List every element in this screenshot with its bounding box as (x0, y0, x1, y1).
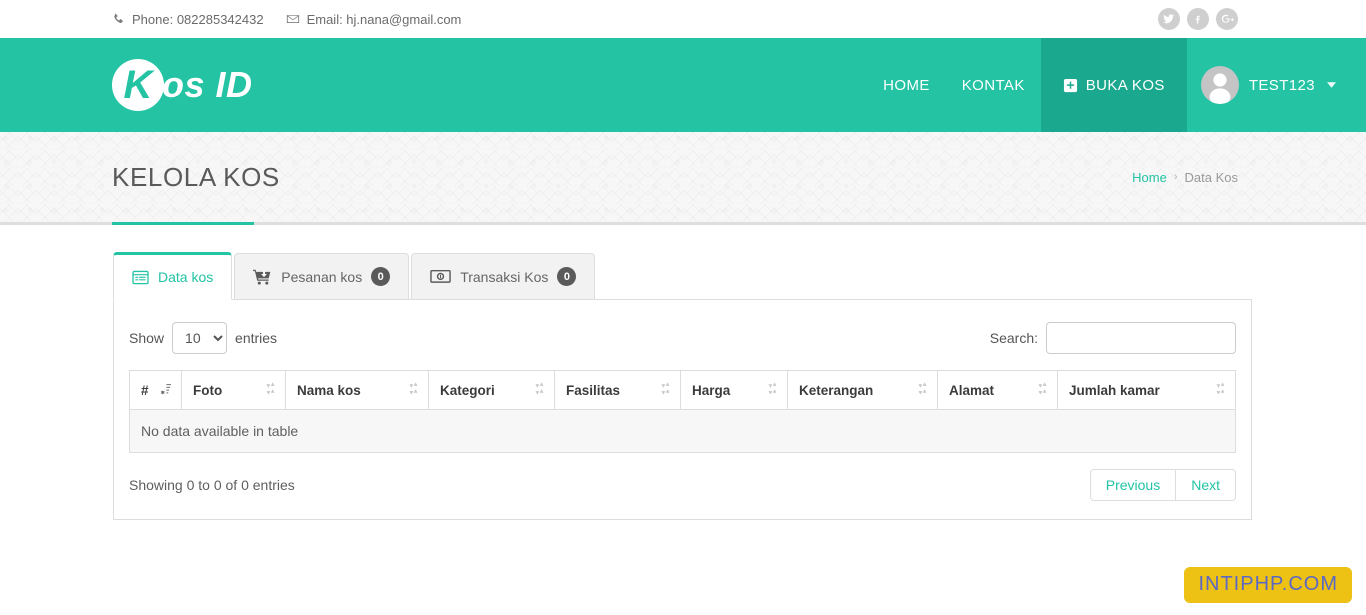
search-input[interactable] (1046, 322, 1236, 354)
column-header-nama-kos[interactable]: Nama kos (285, 370, 429, 410)
sort-both-icon (535, 382, 544, 398)
entries-label: entries (235, 330, 278, 346)
google-plus-icon[interactable] (1216, 8, 1238, 30)
site-header: K os ID HOME KONTAK BUKA KOS TEST123 (0, 38, 1366, 132)
table-footer: Showing 0 to 0 of 0 entries Previous Nex… (129, 467, 1236, 503)
list-alt-icon (132, 270, 149, 285)
social-links (1158, 8, 1238, 30)
money-icon (430, 269, 451, 284)
top-contact-group: Phone: 082285342432 Email: hj.nana@gmail… (112, 12, 461, 27)
breadcrumb: Home › Data Kos (1132, 170, 1238, 185)
site-logo[interactable]: K os ID (112, 59, 253, 111)
main-navigation: HOME KONTAK BUKA KOS TEST123 (867, 38, 1366, 132)
top-info-bar: Phone: 082285342432 Email: hj.nana@gmail… (0, 0, 1366, 38)
pagination-next[interactable]: Next (1176, 469, 1236, 501)
email-text: Email: hj.nana@gmail.com (306, 11, 462, 27)
cart-arrow-down-icon (253, 269, 272, 285)
tab-transaksi-kos[interactable]: Transaksi Kos 0 (411, 253, 596, 299)
pagination: Previous Next (1089, 469, 1236, 501)
column-header-kategori[interactable]: Kategori (428, 370, 555, 410)
data-table: # Foto Nama kos Kategori Fasilitas Harga… (129, 370, 1236, 453)
chevron-down-icon (1327, 79, 1336, 91)
page-title-band: KELOLA KOS Home › Data Kos (0, 132, 1366, 225)
phone-text: Phone: 082285342432 (132, 11, 264, 27)
column-header-jumlah-kamar[interactable]: Jumlah kamar (1057, 370, 1236, 410)
tab-pesanan-kos-badge: 0 (371, 267, 391, 286)
column-header-harga-label: Harga (692, 382, 731, 398)
logo-text: os ID (162, 64, 253, 105)
column-header-foto-label: Foto (193, 382, 223, 398)
tab-data-kos[interactable]: Data kos (113, 252, 233, 300)
column-header-kategori-label: Kategori (440, 382, 495, 398)
tab-transaksi-kos-badge: 0 (557, 267, 577, 286)
tab-pesanan-kos-label: Pesanan kos (281, 268, 363, 285)
email-contact: Email: hj.nana@gmail.com (286, 11, 462, 27)
search-control: Search: (990, 322, 1236, 354)
sort-both-icon (661, 382, 670, 398)
table-controls: Show 10 25 50 100 entries Search: (129, 318, 1236, 358)
column-header-alamat[interactable]: Alamat (937, 370, 1058, 410)
sort-both-icon (768, 382, 777, 398)
nav-item-buka-kos-label: BUKA KOS (1085, 76, 1165, 94)
tab-transaksi-kos-label: Transaksi Kos (460, 268, 549, 285)
sort-both-icon (266, 382, 275, 398)
table-header-row: # Foto Nama kos Kategori Fasilitas Harga… (129, 370, 1236, 410)
tab-pesanan-kos[interactable]: Pesanan kos 0 (234, 253, 410, 299)
sort-asc-icon (160, 383, 171, 398)
search-label: Search: (989, 330, 1038, 346)
user-name: TEST123 (1248, 76, 1315, 94)
phone-icon (112, 13, 125, 26)
nav-item-kontak[interactable]: KONTAK (946, 38, 1041, 132)
column-header-alamat-label: Alamat (949, 382, 995, 398)
table-empty-row: No data available in table (129, 409, 1236, 453)
breadcrumb-current: Data Kos (1184, 169, 1238, 185)
breadcrumb-home[interactable]: Home (1132, 170, 1167, 185)
column-header-fasilitas[interactable]: Fasilitas (554, 370, 681, 410)
column-header-harga[interactable]: Harga (680, 370, 788, 410)
breadcrumb-separator: › (1173, 171, 1178, 183)
column-header-foto[interactable]: Foto (181, 370, 286, 410)
table-empty-message: No data available in table (129, 409, 1236, 453)
user-avatar-icon (1200, 66, 1239, 104)
column-header-fasilitas-label: Fasilitas (566, 382, 621, 398)
column-header-jumlah-kamar-label: Jumlah kamar (1069, 382, 1160, 398)
watermark-badge: INTIPHP.COM (1184, 567, 1352, 603)
logo-mark: K (112, 59, 164, 111)
nav-item-buka-kos[interactable]: BUKA KOS (1040, 38, 1187, 132)
page-length-select[interactable]: 10 25 50 100 (172, 322, 228, 354)
column-header-nama-kos-label: Nama kos (297, 382, 361, 398)
show-label: Show (129, 330, 165, 346)
table-body: No data available in table (129, 409, 1236, 453)
twitter-icon[interactable] (1158, 8, 1180, 30)
title-underline (112, 222, 254, 225)
nav-item-home[interactable]: HOME (867, 38, 946, 132)
sort-both-icon (1216, 382, 1225, 398)
column-header-no-label: # (141, 382, 149, 398)
column-header-keterangan[interactable]: Keterangan (787, 370, 938, 410)
sort-both-icon (918, 382, 927, 398)
sort-both-icon (409, 382, 418, 398)
sort-both-icon (1038, 382, 1047, 398)
user-menu[interactable]: TEST123 (1187, 38, 1366, 132)
tab-bar: Data kos Pesanan kos 0 Transaksi Kos 0 (113, 251, 1252, 300)
tab-data-kos-label: Data kos (158, 269, 214, 285)
column-header-no[interactable]: # (129, 370, 182, 410)
page: Phone: 082285342432 Email: hj.nana@gmail… (0, 0, 1366, 615)
plus-square-icon (1063, 78, 1078, 93)
envelope-icon (286, 12, 300, 26)
facebook-icon[interactable] (1187, 8, 1209, 30)
data-table-panel: Show 10 25 50 100 entries Search: (113, 299, 1252, 520)
table-head: # Foto Nama kos Kategori Fasilitas Harga… (129, 370, 1236, 410)
pagination-previous[interactable]: Previous (1089, 469, 1177, 501)
page-title: KELOLA KOS (112, 161, 280, 192)
main-content: Data kos Pesanan kos 0 Transaksi Kos 0 S… (0, 225, 1366, 520)
column-header-keterangan-label: Keterangan (799, 382, 874, 398)
table-info: Showing 0 to 0 of 0 entries (129, 477, 295, 493)
page-length-control: Show 10 25 50 100 entries (129, 322, 277, 354)
phone-contact: Phone: 082285342432 (112, 12, 264, 27)
